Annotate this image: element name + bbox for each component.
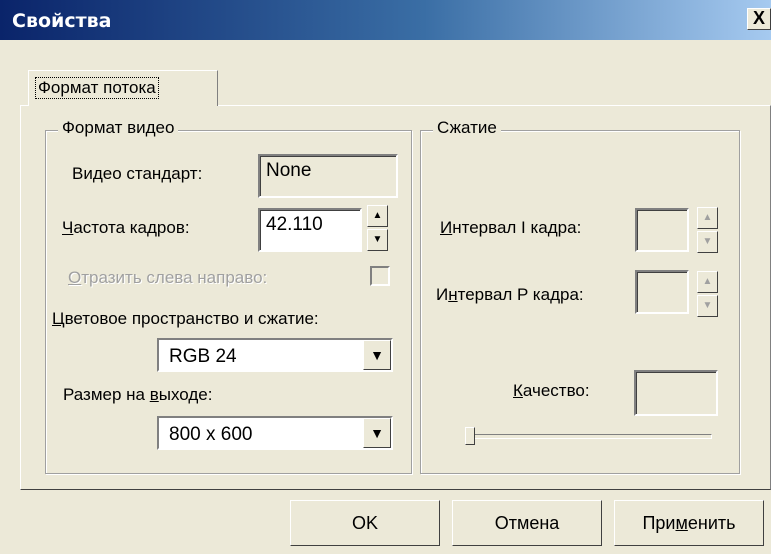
p-frame-interval-label: Интервал P кадра: (436, 285, 584, 304)
frame-rate-up-button[interactable]: ▲ (367, 205, 388, 227)
frame-rate-label: Частота кадров: (62, 218, 190, 237)
frame-rate-down-button[interactable]: ▼ (367, 229, 388, 251)
close-button[interactable]: X (747, 8, 771, 30)
frame-rate-input[interactable]: 42.110 (258, 208, 362, 252)
apply-button[interactable]: Применить (614, 500, 764, 546)
quality-slider-track[interactable] (468, 434, 712, 439)
arrow-up-icon: ▲ (702, 212, 713, 223)
output-size-label: Размер на выходе: (63, 385, 213, 404)
p-frame-up-button[interactable]: ▲ (697, 271, 718, 293)
colorspace-value: RGB 24 (169, 346, 237, 367)
chevron-down-icon[interactable]: ▼ (363, 418, 391, 448)
colorspace-label: Цветовое пространство и сжатие: (52, 309, 319, 328)
arrow-up-icon: ▲ (372, 210, 383, 221)
chevron-down-icon[interactable]: ▼ (363, 340, 391, 370)
output-size-value: 800 x 600 (169, 424, 253, 445)
quality-label: Качество: (513, 381, 590, 400)
arrow-down-icon: ▼ (702, 236, 713, 247)
output-size-select[interactable]: 800 x 600 ▼ (157, 416, 393, 450)
compression-legend: Сжатие (433, 118, 501, 138)
p-frame-down-button[interactable]: ▼ (697, 295, 718, 317)
cancel-button[interactable]: Отмена (452, 500, 602, 546)
video-standard-field: None (258, 154, 398, 198)
arrow-down-icon: ▼ (702, 300, 713, 311)
i-frame-interval-field (635, 208, 689, 252)
ok-button[interactable]: OK (290, 500, 440, 546)
mirror-checkbox[interactable] (370, 266, 390, 286)
arrow-up-icon: ▲ (702, 276, 713, 287)
i-frame-interval-label: Интервал I кадра: (440, 218, 582, 237)
arrow-down-icon: ▼ (372, 234, 383, 245)
quality-field (634, 370, 718, 416)
quality-slider-thumb[interactable] (465, 427, 475, 445)
tab-label: Формат потока (35, 77, 159, 99)
video-standard-label: Видео стандарт: (72, 164, 203, 183)
p-frame-interval-field (635, 270, 689, 314)
tab-stream-format[interactable]: Формат потока (28, 70, 218, 106)
colorspace-select[interactable]: RGB 24 ▼ (157, 338, 393, 372)
mirror-label: Отразить слева направо: (68, 268, 268, 287)
window-title: Свойства (12, 10, 112, 32)
i-frame-down-button[interactable]: ▼ (697, 231, 718, 253)
title-bar: Свойства X (0, 0, 771, 40)
video-format-legend: Формат видео (58, 118, 179, 138)
i-frame-up-button[interactable]: ▲ (697, 207, 718, 229)
